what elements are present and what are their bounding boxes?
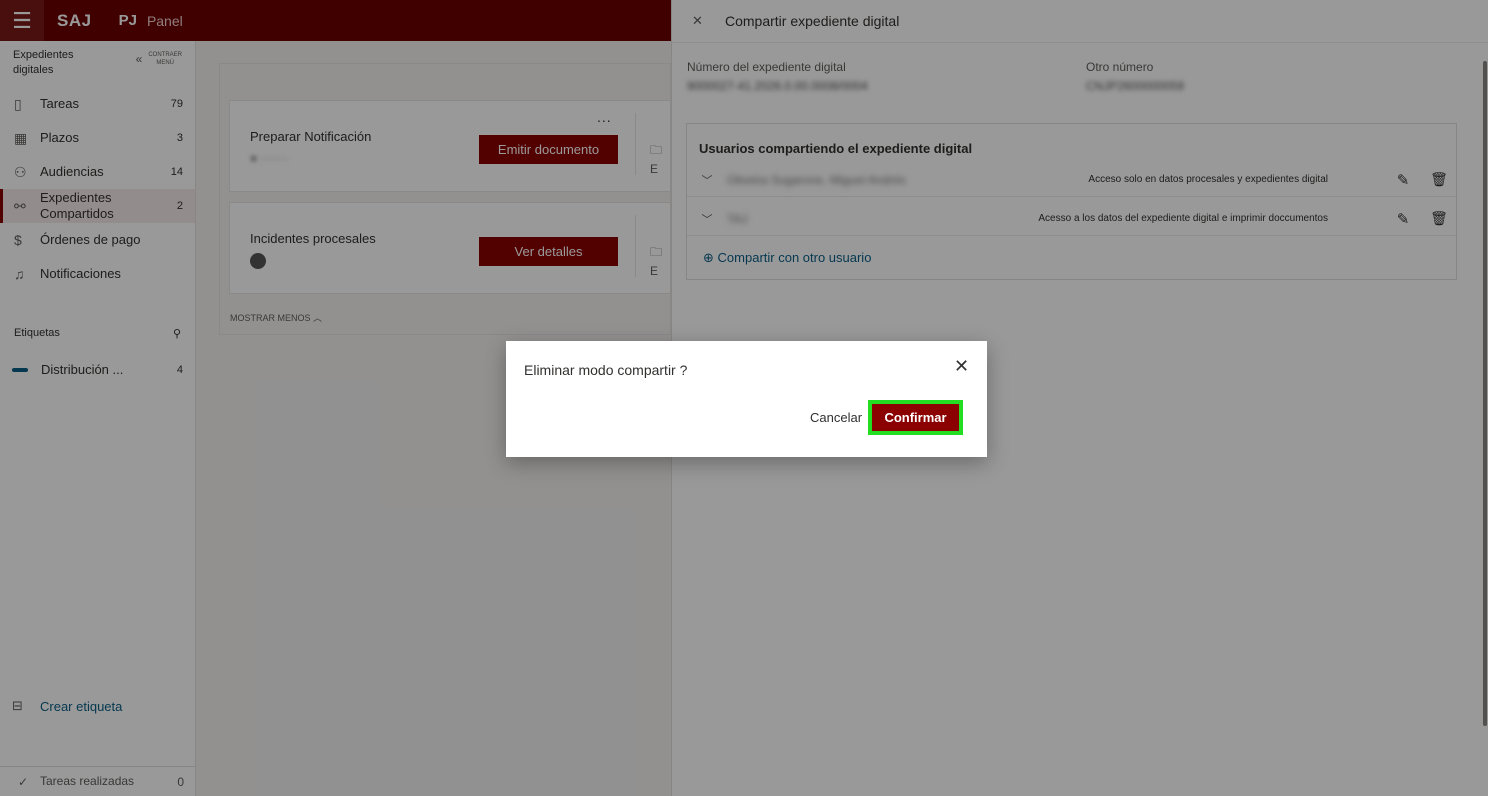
confirm-dialog: Eliminar modo compartir ? ✕ Cancelar Con… (506, 341, 987, 457)
cancel-button[interactable]: Cancelar (810, 410, 862, 425)
dialog-title: Eliminar modo compartir ? (524, 362, 688, 378)
close-icon[interactable]: ✕ (954, 356, 969, 377)
confirm-button-highlight[interactable]: Confirmar (868, 400, 963, 435)
confirm-button[interactable]: Confirmar (872, 404, 959, 431)
